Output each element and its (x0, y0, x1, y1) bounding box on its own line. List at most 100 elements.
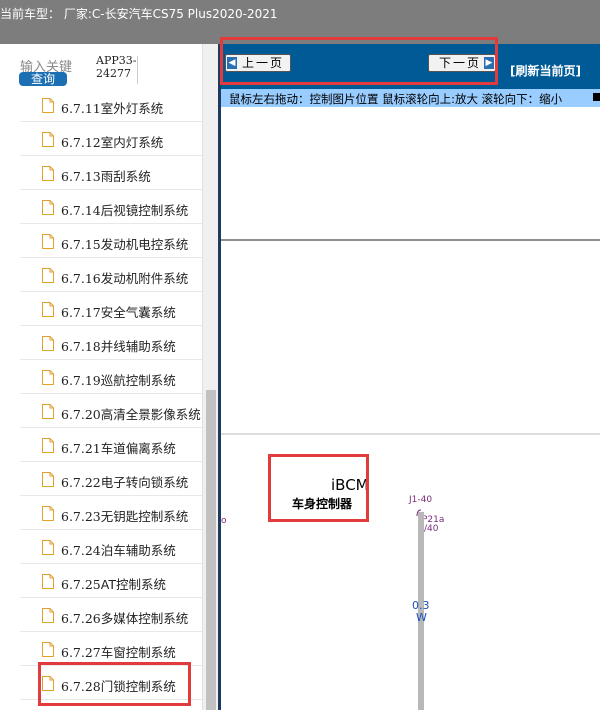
tree-item[interactable]: 6.7.14后视镜控制系统 (20, 190, 202, 224)
document-icon (42, 98, 54, 113)
tree-item-title: 电子转向锁系统 (100, 475, 189, 490)
tree-item-number: 6.7.28 (61, 679, 101, 694)
tree-item[interactable]: 6.7.25AT控制系统 (20, 564, 202, 598)
tree-item-title: 泊车辅助系统 (100, 543, 176, 558)
tree-item-title: 车窗控制系统 (100, 645, 176, 660)
tree-item[interactable]: 6.7.28门锁控制系统 (20, 666, 202, 700)
document-icon (42, 166, 54, 181)
tree-item[interactable]: 6.7.19巡航控制系统 (20, 360, 202, 394)
document-icon (42, 302, 54, 317)
connector-label: J1-40 (408, 495, 432, 505)
module-desc: 车身控制器 (292, 496, 353, 511)
tree-item-label: 6.7.14后视镜控制系统 (61, 200, 188, 219)
wiring-diagram[interactable]: iBCM 车身控制器 J1-40 o P21a /40 0.3 W (221, 107, 600, 710)
tree-item[interactable]: 6.7.11室外灯系统 (20, 88, 202, 122)
tree-item-label: 6.7.12室内灯系统 (61, 132, 163, 151)
tree-item-title: 巡航控制系统 (100, 373, 176, 388)
tree-item[interactable]: 6.7.22电子转向锁系统 (20, 462, 202, 496)
tree-item[interactable]: 6.7.27车窗控制系统 (20, 632, 202, 666)
prev-page-button[interactable]: ◀ 上一页 (225, 54, 291, 72)
tree-item-title: 高清全景影像系统 (100, 407, 201, 422)
tree-item-number: 6.7.22 (61, 475, 101, 490)
sidebar-scrollbar[interactable] (202, 44, 218, 710)
scroll-thumb[interactable] (206, 390, 216, 710)
tree-item-number: 6.7.18 (61, 339, 101, 354)
query-button[interactable]: 查询 (19, 72, 67, 86)
document-icon (42, 676, 54, 691)
tree-item-number: 6.7.17 (61, 305, 101, 320)
tree-item-number: 6.7.26 (61, 611, 101, 626)
tree-item-title: 后视镜控制系统 (100, 203, 189, 218)
tree-item[interactable]: 6.7.16发动机附件系统 (20, 258, 202, 292)
tree-item[interactable]: 6.7.23无钥匙控制系统 (20, 496, 202, 530)
refresh-page-link[interactable]: [刷新当前页] (510, 62, 581, 79)
tree-item-title: 发动机附件系统 (100, 271, 189, 286)
tree-item[interactable]: 6.7.18并线辅助系统 (20, 326, 202, 360)
tree-item-label: 6.7.11室外灯系统 (61, 98, 163, 117)
tree-item[interactable]: 6.7.26多媒体控制系统 (20, 598, 202, 632)
tree-item[interactable]: 6.7.24泊车辅助系统 (20, 530, 202, 564)
tree-item-label: 6.7.17安全气囊系统 (61, 302, 176, 321)
tree-item[interactable]: 6.7.20高清全景影像系统 (20, 394, 202, 428)
document-icon (42, 642, 54, 657)
edge-mark: o (221, 516, 227, 526)
next-page-label: 下一页 (439, 56, 482, 70)
wiring-diagram-canvas: iBCM 车身控制器 J1-40 o P21a /40 0.3 W (221, 239, 600, 710)
document-icon (42, 438, 54, 453)
document-icon (42, 336, 54, 351)
sidebar: 输入关键 查询 APP33- 24277 6.7.11室外灯系统 6.7.12室内… (0, 44, 218, 710)
tree-item-number: 6.7.21 (61, 441, 101, 456)
tree-item[interactable]: 6.7.17安全气囊系统 (20, 292, 202, 326)
tree-item-number: 6.7.20 (61, 407, 101, 422)
tree-item-number: 6.7.23 (61, 509, 101, 524)
next-page-button[interactable]: 下一页 ▶ (428, 54, 496, 72)
tree-item-label: 6.7.24泊车辅助系统 (61, 540, 176, 559)
hint-bar: 鼠标左右拖动：控制图片位置 鼠标滚轮向上:放大 滚轮向下：缩小 (221, 89, 600, 107)
tree-item-number: 6.7.14 (61, 203, 101, 218)
hint-text: 鼠标左右拖动：控制图片位置 鼠标滚轮向上:放大 滚轮向下：缩小 (229, 92, 563, 106)
document-icon (42, 506, 54, 521)
hint-end-icon (593, 93, 600, 101)
version-line-2: 24277 (96, 67, 131, 80)
tree-item-label: 6.7.22电子转向锁系统 (61, 472, 188, 491)
tree-item-title: 室内灯系统 (100, 135, 164, 150)
document-icon (42, 200, 54, 215)
tree-item-title: 门锁控制系统 (100, 679, 176, 694)
tree-item-title: 室外灯系统 (100, 101, 164, 116)
document-icon (42, 234, 54, 249)
tree-item-label: 6.7.19巡航控制系统 (61, 370, 176, 389)
document-icon (42, 370, 54, 385)
prev-page-label: 上一页 (242, 56, 285, 70)
document-icon (42, 574, 54, 589)
module-name: iBCM (331, 476, 369, 494)
document-icon (42, 404, 54, 419)
version-label: APP33- 24277 (96, 54, 136, 80)
tree-item-number: 6.7.12 (61, 135, 101, 150)
arrow-right-icon: ▶ (484, 57, 494, 69)
tree-item[interactable]: 6.7.15发动机电控系统 (20, 224, 202, 258)
tree-item-title: 发动机电控系统 (100, 237, 189, 252)
tree-item-title: 无钥匙控制系统 (100, 509, 189, 524)
tree-item-title: 安全气囊系统 (100, 305, 176, 320)
pin-sub-label: /40 (424, 524, 439, 534)
tree-item-number: 6.7.15 (61, 237, 101, 252)
page-nav-bar: ◀ 上一页 下一页 ▶ [刷新当前页] (221, 44, 600, 92)
arrow-left-icon: ◀ (227, 57, 237, 69)
tree-item-label: 6.7.28门锁控制系统 (61, 676, 176, 695)
tree-item-title: 多媒体控制系统 (100, 611, 189, 626)
tree-item-number: 6.7.25 (61, 577, 101, 592)
tree-item-number: 6.7.16 (61, 271, 101, 286)
document-icon (42, 472, 54, 487)
tree-item-label: 6.7.13雨刮系统 (61, 166, 151, 185)
search-panel: 输入关键 查询 APP33- 24277 (0, 44, 200, 94)
tree-item[interactable]: 6.7.13雨刮系统 (20, 156, 202, 190)
tree-item-label: 6.7.16发动机附件系统 (61, 268, 188, 287)
document-icon (42, 132, 54, 147)
tree-item[interactable]: 6.7.21车道偏离系统 (20, 428, 202, 462)
tree-item[interactable]: 6.7.12室内灯系统 (20, 122, 202, 156)
document-icon (42, 540, 54, 555)
tree-item-title: AT控制系统 (100, 577, 166, 592)
tree-item-title: 雨刮系统 (100, 169, 151, 184)
version-line-1: APP33- (96, 54, 137, 67)
tree-item-number: 6.7.24 (61, 543, 101, 558)
